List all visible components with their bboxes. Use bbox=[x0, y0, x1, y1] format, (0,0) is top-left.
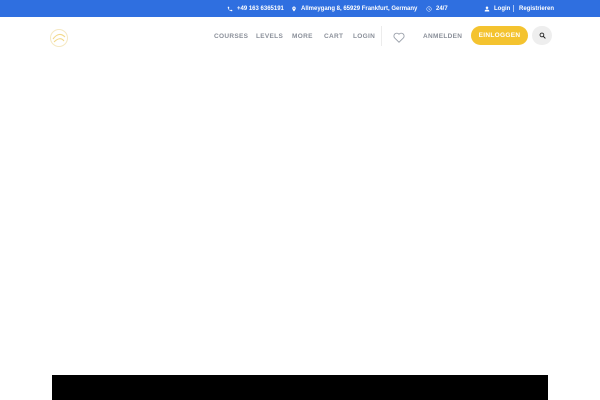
topbar-login-link[interactable]: Login bbox=[484, 0, 510, 17]
map-pin-icon bbox=[292, 6, 296, 11]
register-label: Registrieren bbox=[519, 5, 555, 12]
search-button[interactable] bbox=[532, 26, 552, 45]
nav-courses[interactable]: COURSES bbox=[214, 17, 248, 55]
einloggen-button[interactable]: EINLOGGEN bbox=[471, 26, 528, 45]
anmelden-link[interactable]: ANMELDEN bbox=[423, 17, 462, 55]
brand-logo-icon bbox=[50, 29, 68, 47]
hours-text: 24/7 bbox=[436, 5, 448, 12]
address-text: Allmeygang 8, 65929 Frankfurt, Germany bbox=[301, 5, 418, 12]
wishlist-button[interactable] bbox=[393, 30, 405, 43]
nav-levels[interactable]: LEVELS bbox=[256, 17, 283, 55]
nav-divider bbox=[381, 26, 382, 46]
topbar-separator bbox=[513, 5, 514, 12]
site-logo[interactable] bbox=[49, 28, 69, 48]
nav-more[interactable]: MORE bbox=[292, 17, 313, 55]
media-block bbox=[52, 375, 548, 400]
phone-number: +49 163 6365191 bbox=[237, 5, 284, 12]
user-icon bbox=[484, 6, 490, 11]
main-content-area bbox=[0, 57, 600, 375]
top-info-bar: +49 163 6365191 Allmeygang 8, 65929 Fran… bbox=[0, 0, 600, 17]
nav-login[interactable]: LOGIN bbox=[353, 17, 375, 55]
topbar-hours: 24/7 bbox=[426, 0, 448, 17]
clock-icon bbox=[426, 6, 432, 11]
main-header: COURSES LEVELS MORE CART LOGIN ANMELDEN … bbox=[0, 17, 600, 57]
topbar-phone[interactable]: +49 163 6365191 bbox=[227, 0, 284, 17]
search-icon bbox=[539, 32, 546, 39]
phone-icon bbox=[227, 6, 233, 11]
topbar-register-link[interactable]: Registrieren bbox=[519, 0, 554, 17]
topbar-address[interactable]: Allmeygang 8, 65929 Frankfurt, Germany bbox=[291, 0, 417, 17]
login-label: Login bbox=[494, 5, 511, 12]
nav-cart[interactable]: CART bbox=[324, 17, 343, 55]
heart-icon bbox=[393, 32, 405, 43]
